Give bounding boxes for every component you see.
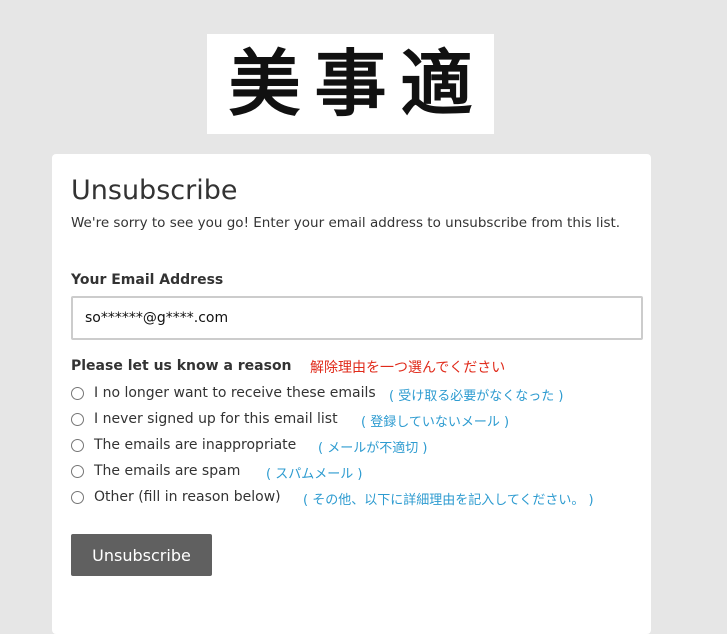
- reason-radio[interactable]: [71, 412, 84, 426]
- reason-option-spam[interactable]: The emails are spam ( スパムメール ): [71, 461, 362, 482]
- reason-option-other[interactable]: Other (fill in reason below) ( その他、以下に詳細…: [71, 487, 594, 508]
- reason-label-jp: 解除理由を一つ選んでください: [310, 360, 506, 376]
- unsubscribe-card: Unsubscribe We're sorry to see you go! E…: [52, 154, 651, 634]
- reason-option-label: Other (fill in reason below): [94, 489, 281, 505]
- reason-option-never-signed-up[interactable]: I never signed up for this email list ( …: [71, 409, 509, 430]
- reason-option-jp: ( 受け取る必要がなくなった ): [389, 389, 564, 404]
- reason-radio[interactable]: [71, 490, 84, 504]
- reason-option-no-longer-want[interactable]: I no longer want to receive these emails…: [71, 383, 563, 404]
- reason-option-jp: ( 登録していないメール ): [361, 415, 510, 430]
- reason-option-label: I never signed up for this email list: [94, 411, 338, 427]
- email-field[interactable]: [71, 296, 643, 340]
- logo-calligraphy: 美事適: [228, 41, 487, 126]
- logo: 美事適: [207, 34, 494, 134]
- reason-radio[interactable]: [71, 386, 84, 400]
- reason-radio[interactable]: [71, 438, 84, 452]
- reason-option-jp: ( スパムメール ): [266, 467, 363, 482]
- unsubscribe-button[interactable]: Unsubscribe: [71, 534, 212, 576]
- reason-option-label: The emails are inappropriate: [94, 437, 297, 453]
- reason-radio[interactable]: [71, 464, 84, 478]
- description-text: We're sorry to see you go! Enter your em…: [71, 215, 621, 231]
- reason-option-inappropriate[interactable]: The emails are inappropriate ( メールが不適切 ): [71, 435, 427, 456]
- reason-option-label: The emails are spam: [94, 463, 241, 479]
- reason-option-label: I no longer want to receive these emails: [94, 385, 376, 401]
- reason-option-jp: ( メールが不適切 ): [318, 441, 428, 456]
- email-label: Your Email Address: [71, 272, 224, 288]
- page-title: Unsubscribe: [71, 175, 238, 206]
- reason-label: Please let us know a reason: [71, 358, 292, 374]
- reason-option-jp: ( その他、以下に詳細理由を記入してください。 ): [303, 493, 594, 508]
